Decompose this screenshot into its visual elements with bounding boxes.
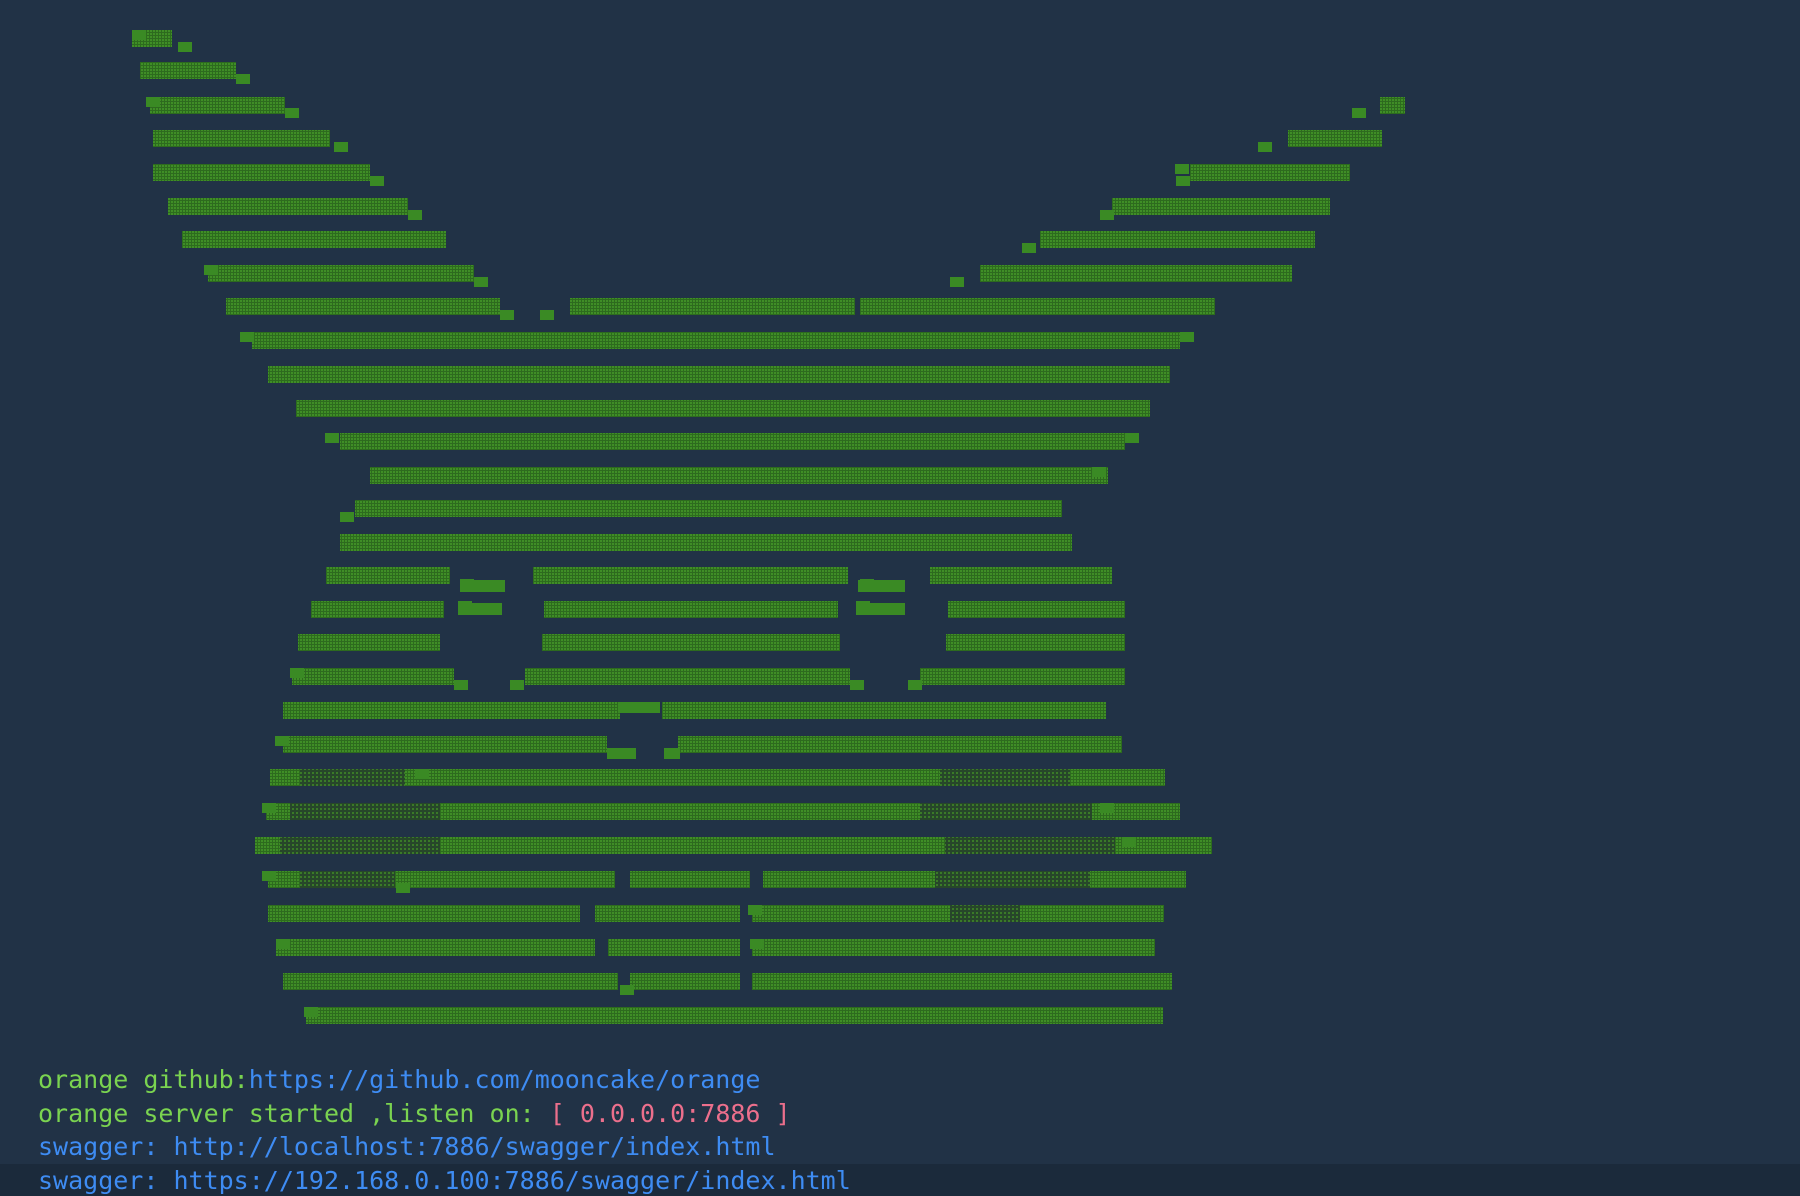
listen-address: [ 0.0.0.0:7886 ]	[549, 1098, 791, 1128]
ascii-art-rows	[132, 30, 1405, 1024]
log-prefix: orange server started ,listen on:	[38, 1098, 550, 1128]
server-log: orange github:https://github.com/mooncak…	[0, 1063, 1800, 1196]
terminal-window[interactable]: orange github:https://github.com/mooncak…	[0, 0, 1800, 1196]
log-prefix: orange github:	[38, 1065, 249, 1094]
github-link[interactable]: https://github.com/mooncake/orange	[249, 1065, 761, 1094]
log-line-listen: orange server started ,listen on: [ 0.0.…	[0, 1097, 1800, 1131]
log-line-github: orange github:https://github.com/mooncak…	[0, 1063, 1800, 1097]
log-prefix: swagger:	[38, 1132, 174, 1161]
pikachu-ascii-art-icon	[132, 30, 1405, 1024]
log-line-swagger-lan: swagger: https://192.168.0.100:7886/swag…	[0, 1163, 1800, 1196]
swagger-lan-link[interactable]: https://192.168.0.100:7886/swagger/index…	[173, 1166, 850, 1195]
swagger-local-link[interactable]: http://localhost:7886/swagger/index.html	[173, 1132, 775, 1161]
log-prefix: swagger:	[38, 1165, 174, 1195]
log-line-swagger-local: swagger: http://localhost:7886/swagger/i…	[0, 1130, 1800, 1164]
